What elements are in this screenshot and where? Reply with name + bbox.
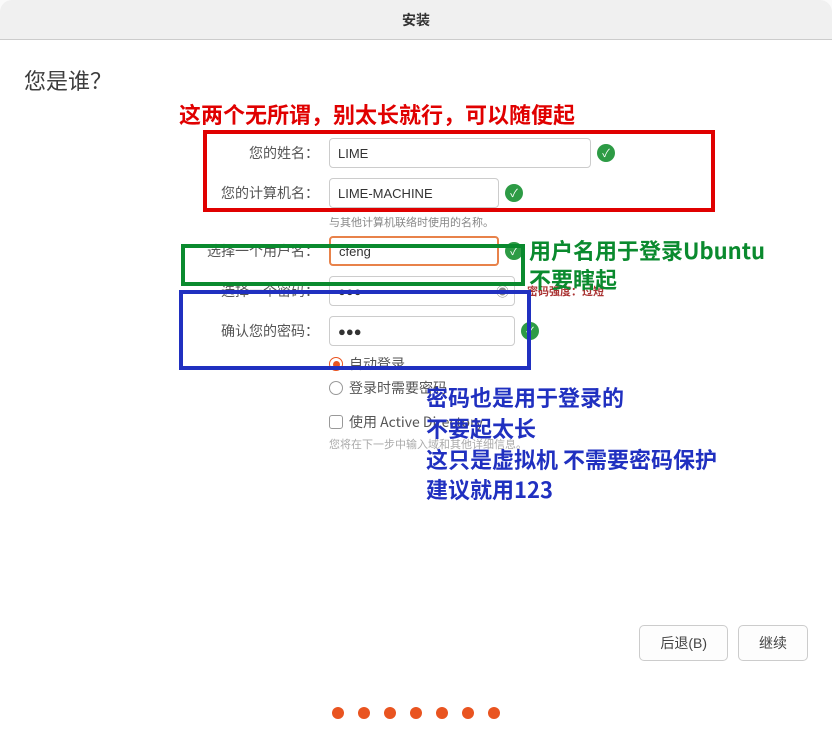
name-label: 您的姓名： bbox=[24, 143, 329, 163]
radio-unchecked-icon[interactable] bbox=[329, 381, 343, 395]
auto-login-option[interactable]: 自动登录 bbox=[329, 354, 808, 374]
dot-icon bbox=[410, 707, 422, 719]
back-button[interactable]: 后退(B) bbox=[639, 625, 728, 661]
check-icon: ✓ bbox=[505, 242, 523, 260]
check-icon: ✓ bbox=[505, 184, 523, 202]
annotation-red-text: 这两个无所谓，别太长就行，可以随便起 bbox=[179, 98, 575, 130]
progress-dots bbox=[332, 707, 500, 719]
dot-icon bbox=[332, 707, 344, 719]
eye-icon[interactable]: ◉ bbox=[496, 282, 509, 301]
confirm-input[interactable] bbox=[329, 316, 515, 346]
dot-icon bbox=[462, 707, 474, 719]
name-input[interactable] bbox=[329, 138, 591, 168]
password-strength: 密码强度：过短 bbox=[527, 283, 604, 299]
dot-icon bbox=[488, 707, 500, 719]
dot-icon bbox=[358, 707, 370, 719]
username-label: 选择一个用户名： bbox=[24, 241, 329, 261]
window-title: 安装 bbox=[402, 10, 430, 30]
form-area: 您的姓名： ✓ 您的计算机名： ✓ 与其他计算机联络时使用的名称。 选择一个用户… bbox=[24, 136, 808, 452]
content-area: 您是谁？ 您的姓名： ✓ 您的计算机名： ✓ 与其他计算机联络时使用的名称。 选… bbox=[0, 40, 832, 755]
check-icon: ✓ bbox=[521, 322, 539, 340]
check-icon: ✓ bbox=[597, 144, 615, 162]
ad-label: 使用 Active Directory bbox=[349, 412, 483, 432]
computer-label: 您的计算机名： bbox=[24, 183, 329, 203]
require-password-option[interactable]: 登录时需要密码 bbox=[329, 378, 808, 398]
password-input[interactable] bbox=[329, 276, 515, 306]
dot-icon bbox=[384, 707, 396, 719]
password-label: 选择一个密码： bbox=[24, 281, 329, 301]
confirm-label: 确认您的密码： bbox=[24, 321, 329, 341]
username-input[interactable] bbox=[329, 236, 499, 266]
ad-hint: 您将在下一步中输入域和其他详细信息。 bbox=[329, 436, 808, 452]
computer-hint: 与其他计算机联络时使用的名称。 bbox=[329, 214, 808, 230]
active-directory-option[interactable]: 使用 Active Directory bbox=[329, 412, 808, 432]
continue-button[interactable]: 继续 bbox=[738, 625, 808, 661]
radio-checked-icon[interactable] bbox=[329, 357, 343, 371]
computer-input[interactable] bbox=[329, 178, 499, 208]
checkbox-icon[interactable] bbox=[329, 415, 343, 429]
titlebar: 安装 bbox=[0, 0, 832, 40]
page-heading: 您是谁？ bbox=[24, 64, 808, 96]
footer-buttons: 后退(B) 继续 bbox=[639, 625, 808, 661]
auto-login-label: 自动登录 bbox=[349, 354, 405, 374]
dot-icon bbox=[436, 707, 448, 719]
require-password-label: 登录时需要密码 bbox=[349, 378, 447, 398]
